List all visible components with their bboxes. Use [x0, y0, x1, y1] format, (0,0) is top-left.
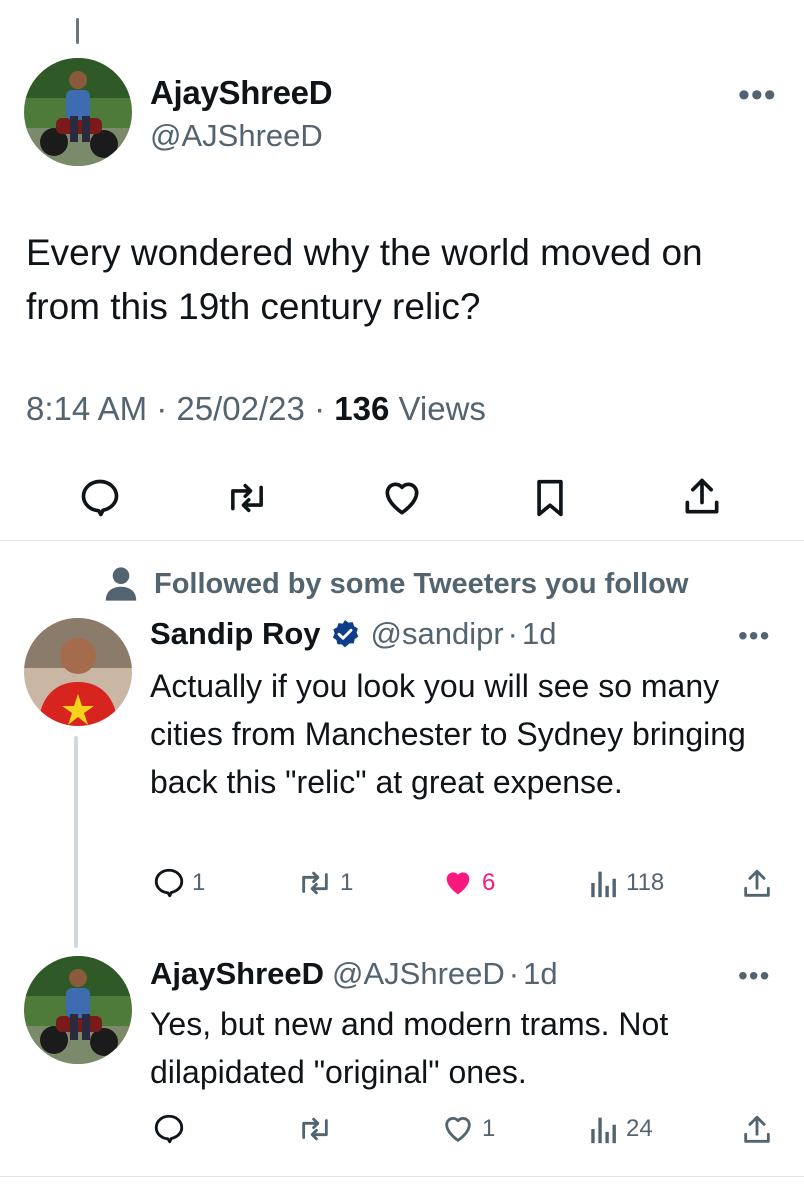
views-count[interactable]: 136 — [334, 390, 389, 427]
like-count-button[interactable]: 6 — [440, 866, 495, 900]
like-count: 6 — [482, 869, 496, 896]
tweet-text: Every wondered why the world moved on fr… — [26, 232, 703, 327]
reply-count-button[interactable]: 1 — [152, 866, 205, 900]
more-options-icon[interactable]: ••• — [738, 78, 777, 112]
views-button[interactable]: 24 — [588, 1112, 653, 1146]
divider — [0, 1176, 804, 1177]
separator: · — [507, 616, 518, 651]
views-label: Views — [398, 390, 486, 427]
separator: · — [314, 390, 326, 427]
views-count: 118 — [626, 869, 665, 896]
tweet-time[interactable]: 8:14 AM — [26, 390, 147, 427]
divider — [0, 540, 804, 541]
like-icon[interactable] — [380, 476, 424, 520]
avatar-sandip-roy[interactable] — [24, 618, 132, 726]
views-button[interactable]: 118 — [588, 866, 664, 900]
thread-connector-top — [76, 18, 79, 44]
reply-text: Yes, but new and modern trams. Not dilap… — [150, 1006, 669, 1090]
retweet-count-button[interactable]: 1 — [296, 866, 353, 900]
more-options-icon[interactable]: ••• — [738, 962, 770, 990]
reply-icon[interactable] — [78, 476, 122, 520]
liked-heart-icon — [446, 872, 470, 895]
like-count: 1 — [482, 1115, 496, 1142]
separator: · — [508, 956, 520, 991]
share-icon[interactable] — [740, 1112, 774, 1148]
reply-icon — [154, 1114, 184, 1144]
reply-text: Actually if you look you will see so man… — [150, 668, 746, 800]
author-handle[interactable]: @AJShreeD — [150, 118, 323, 154]
reply-count: 1 — [192, 869, 206, 896]
reply-author-name[interactable]: Sandip Roy — [150, 616, 321, 652]
reply-author-handle[interactable]: @sandipr — [371, 616, 504, 652]
views-count: 24 — [626, 1115, 653, 1142]
motorcycle-avatar-image — [24, 58, 132, 166]
retweet-count: 1 — [340, 869, 354, 896]
retweet-button[interactable] — [296, 1112, 334, 1146]
person-icon — [105, 567, 137, 601]
author-display-name[interactable]: AjayShreeD — [150, 74, 333, 112]
avatar-ajayshreed[interactable] — [24, 956, 132, 1064]
share-icon[interactable] — [740, 866, 774, 902]
reply-author-name[interactable]: AjayShreeD — [150, 956, 324, 992]
analytics-icon — [591, 871, 616, 898]
social-context-text: Followed by some Tweeters you follow — [154, 567, 689, 600]
reply-button[interactable] — [152, 1112, 186, 1146]
thread-line — [74, 736, 78, 948]
avatar-ajayshreed[interactable] — [24, 58, 132, 166]
tweet-metadata: 8:14 AM · 25/02/23 · 136 Views — [26, 390, 486, 428]
retweet-icon[interactable] — [224, 476, 270, 520]
reply-header: Sandip Roy @sandipr · 1d — [150, 616, 556, 652]
reply-header: AjayShreeD @AJShreeD · 1d — [150, 956, 558, 992]
social-context: Followed by some Tweeters you follow — [104, 566, 688, 602]
analytics-icon — [591, 1117, 616, 1144]
retweet-icon — [302, 871, 328, 895]
reply-icon — [154, 868, 184, 898]
like-icon — [445, 1117, 471, 1142]
separator: · — [156, 390, 168, 427]
person-avatar-image — [24, 618, 132, 726]
reply-age[interactable]: 1d — [523, 956, 557, 992]
motorcycle-avatar-image — [24, 956, 132, 1064]
verified-badge-icon — [332, 620, 358, 648]
reply-author-handle[interactable]: @AJShreeD — [332, 956, 505, 992]
share-icon[interactable] — [680, 474, 724, 520]
reply-age[interactable]: 1d — [522, 616, 556, 652]
like-count-button[interactable]: 1 — [440, 1112, 495, 1146]
retweet-icon — [302, 1117, 328, 1141]
more-options-icon[interactable]: ••• — [738, 622, 770, 650]
tweet-date[interactable]: 25/02/23 — [176, 390, 304, 427]
bookmark-icon[interactable] — [530, 476, 570, 520]
